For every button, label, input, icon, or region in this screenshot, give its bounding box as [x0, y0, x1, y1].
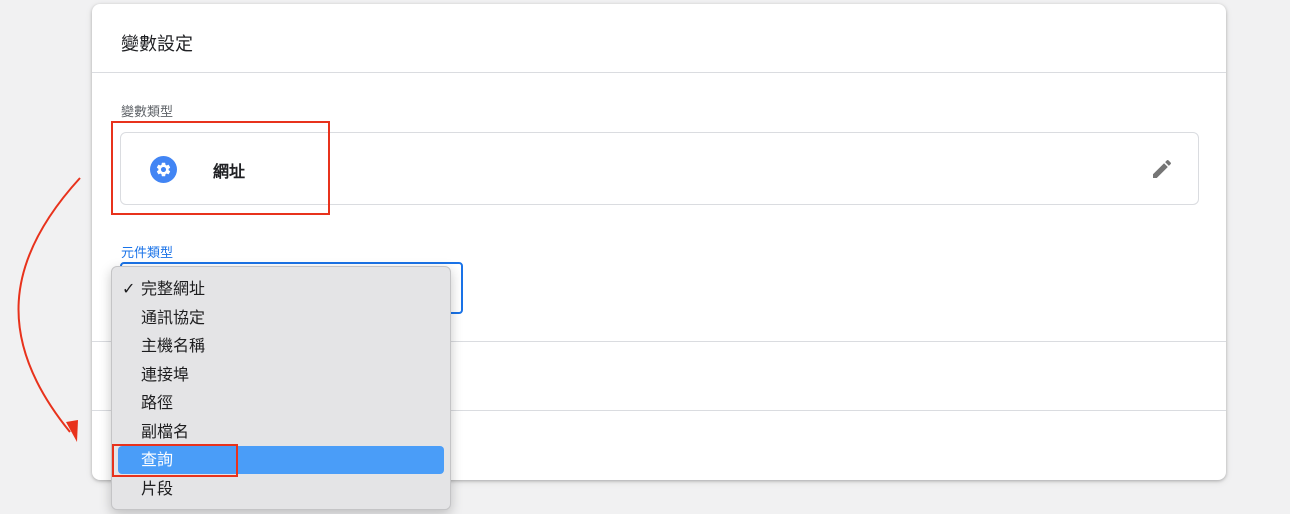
option-extension[interactable]: 副檔名 — [118, 418, 444, 446]
option-full-url[interactable]: ✓ 完整網址 — [118, 275, 444, 303]
card-title: 變數設定 — [121, 34, 193, 55]
checkmark-icon: ✓ — [122, 279, 136, 298]
annotation-arrow-icon — [17, 177, 81, 442]
annotation-highlight-query-option — [112, 444, 238, 477]
option-port[interactable]: 連接埠 — [118, 361, 444, 389]
component-type-label: 元件類型 — [121, 246, 174, 261]
option-hostname[interactable]: 主機名稱 — [118, 332, 444, 360]
option-path[interactable]: 路徑 — [118, 389, 444, 417]
edit-pencil-icon[interactable] — [1150, 157, 1174, 181]
annotation-highlight-variable-type — [111, 121, 330, 215]
option-fragment[interactable]: 片段 — [118, 475, 444, 503]
option-protocol[interactable]: 通訊協定 — [118, 304, 444, 332]
divider — [92, 72, 1226, 73]
variable-type-label: 變數類型 — [121, 105, 174, 120]
